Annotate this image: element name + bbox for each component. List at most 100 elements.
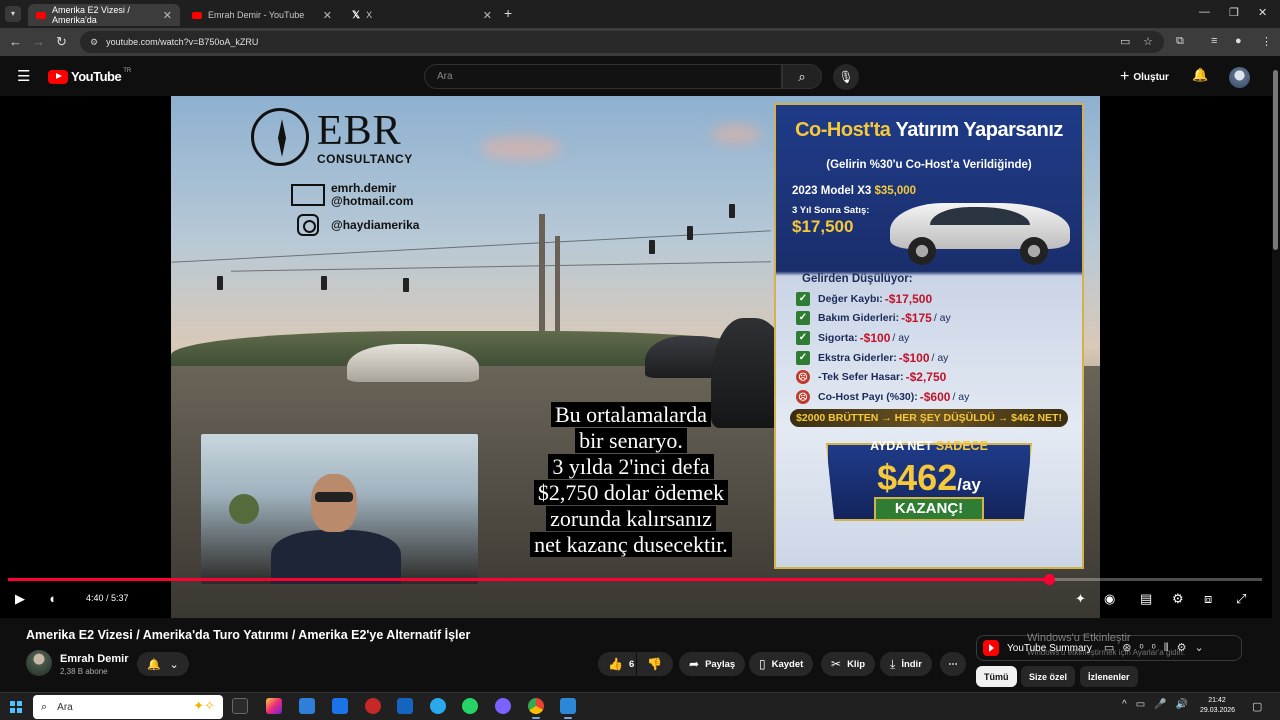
download-button[interactable]: ⤓ İndir [880,652,932,676]
notifications-bell-icon[interactable]: 🔔 [1192,67,1208,83]
more-actions-button[interactable]: ⋯ [940,652,966,676]
close-window-icon[interactable]: ✕ [1258,6,1267,19]
check-icon: ✓ [796,330,810,345]
app-icon[interactable] [397,698,413,714]
hamburger-menu-icon[interactable]: ☰ [17,69,30,84]
account-avatar[interactable] [1229,67,1250,88]
subtitles-icon[interactable]: ▤ [1140,591,1152,607]
subscription-bell-button[interactable]: 🔔 ⌄ [137,652,189,676]
youtube-favicon-icon [192,11,202,19]
taskbar-search-input[interactable]: ⌕ Ara ✦✧ [33,695,223,719]
progress-bar[interactable] [8,574,1262,585]
settings-gear-icon[interactable]: ⚙ [1172,591,1184,607]
profile-icon[interactable]: ● [1235,35,1242,47]
video-player[interactable]: EBR CONSULTANCY emrh.demir @hotmail.com … [0,96,1272,618]
page-scrollbar[interactable] [1272,56,1280,692]
minimize-icon[interactable]: — [1199,6,1210,18]
task-view-icon[interactable] [232,698,248,714]
deduction-label: Sigorta: [818,331,858,344]
address-bar[interactable]: ⚙ youtube.com/watch?v=B750oA_kZRU [80,31,1164,53]
like-button[interactable]: 👍 6 [598,652,636,676]
windows-start-icon[interactable] [10,701,22,713]
sad-face-icon: ☹ [796,370,810,385]
close-tab-icon[interactable]: ✕ [323,9,332,22]
cast-icon[interactable]: ▭ [1120,35,1130,48]
play-icon[interactable]: ▶ [15,591,25,607]
instagram-app-icon[interactable] [266,698,282,714]
whatsapp-app-icon[interactable] [462,698,478,714]
save-button[interactable]: ▯ Kaydet [749,652,814,676]
chrome-menu-icon[interactable]: ⋮ [1261,35,1272,48]
driver-body [271,530,401,584]
model-label: 2023 Model X3 [792,185,872,197]
reload-icon[interactable]: ↻ [56,34,67,50]
notification-icon[interactable]: ▢ [1252,700,1262,713]
tab-x[interactable]: 𝕏 X ✕ [344,4,500,26]
traffic-light [687,226,693,240]
chip-all[interactable]: Tümü [976,666,1017,687]
close-tab-icon[interactable]: ✕ [483,9,492,22]
url-text: youtube.com/watch?v=B750oA_kZRU [106,37,259,47]
site-info-icon[interactable]: ⚙ [90,37,98,48]
video-frame[interactable]: EBR CONSULTANCY emrh.demir @hotmail.com … [171,96,1100,618]
forward-icon[interactable]: → [32,34,45,49]
close-tab-icon[interactable]: ✕ [163,9,172,22]
clip-button[interactable]: ✂ Klip [821,652,876,676]
tab-search-button[interactable]: ▾ [5,6,21,22]
email-text: emrh.demir @hotmail.com [331,182,413,208]
scrubber-handle[interactable] [1043,574,1055,585]
clock[interactable]: 21:42 29.03.2026 [1200,696,1235,716]
deduction-amount: -$600 [919,389,951,404]
telegram-app-icon[interactable] [430,698,446,714]
search-input[interactable]: Ara [424,64,782,89]
tab-video[interactable]: Amerika E2 Vizesi / Amerika'da ✕ [28,4,180,26]
poster-title-part: Co-Host'ta [795,119,891,141]
new-tab-button[interactable]: + [504,5,512,21]
extensions-icon[interactable]: ⧉ [1176,35,1184,48]
deduction-item: ✓ Değer Kaybı: -$17,500 [796,289,969,309]
back-icon[interactable]: ← [9,34,22,49]
app-icon[interactable] [365,698,381,714]
app-icon[interactable] [332,698,348,714]
chip-watched[interactable]: İzlenenler [1080,666,1138,687]
create-button[interactable]: + Oluştur [1120,68,1169,86]
sparkle-icon[interactable]: ✦ [1075,591,1086,607]
tab-channel[interactable]: Emrah Demir - YouTube ✕ [184,4,340,26]
more-dots-icon: ⋯ [948,658,958,670]
chrome-app-icon[interactable] [528,698,544,719]
tab-title: Emrah Demir - YouTube [208,10,305,20]
fullscreen-icon[interactable]: ⤢ [1236,591,1246,607]
instagram-icon [297,214,319,236]
autoplay-toggle-icon[interactable]: ◉ [1104,591,1115,607]
thumbs-down-icon: 👎 [647,657,662,671]
bookmark-star-icon[interactable]: ☆ [1143,35,1153,48]
dislike-button[interactable]: 👎 [637,652,673,676]
search-icon[interactable]: ⌕ [782,64,822,89]
deduction-period: / ay [892,331,910,344]
app-icon[interactable] [560,698,576,719]
instagram-handle: @haydiamerika [331,218,420,232]
subscriber-count: 2,38 B abone [60,667,108,676]
caption-line: 3 yılda 2'inci defa [548,454,714,479]
channel-name[interactable]: Emrah Demir [60,653,128,665]
caption-line: net kazanç dusecektir. [530,532,732,557]
reading-list-icon[interactable]: ≡ [1211,35,1217,47]
caption-line: $2,750 dolar ödemek [533,480,729,505]
outlook-app-icon[interactable] [299,698,315,714]
channel-avatar[interactable] [26,650,52,676]
microphone-icon[interactable]: 🎙 [833,64,859,90]
scrollbar-thumb[interactable] [1273,70,1278,250]
cloud [481,136,561,160]
deduction-amount: -$175 [901,311,932,326]
deduction-period: / ay [952,390,970,403]
share-button[interactable]: ➦ Paylaş [679,652,746,676]
app-icon[interactable] [495,698,511,714]
restore-icon[interactable]: ❐ [1229,6,1239,19]
volume-icon[interactable]: ◖ [48,591,56,606]
deduction-amount: -$2,750 [905,370,947,385]
chip-for-you[interactable]: Size özel [1021,666,1076,687]
miniplayer-icon[interactable]: ⧈ [1204,591,1212,607]
system-tray-icons[interactable]: ^▭🎤🔊 [1122,699,1197,710]
youtube-logo[interactable]: YouTube TR [48,68,131,84]
tab-title: Amerika E2 Vizesi / Amerika'da [52,5,130,25]
